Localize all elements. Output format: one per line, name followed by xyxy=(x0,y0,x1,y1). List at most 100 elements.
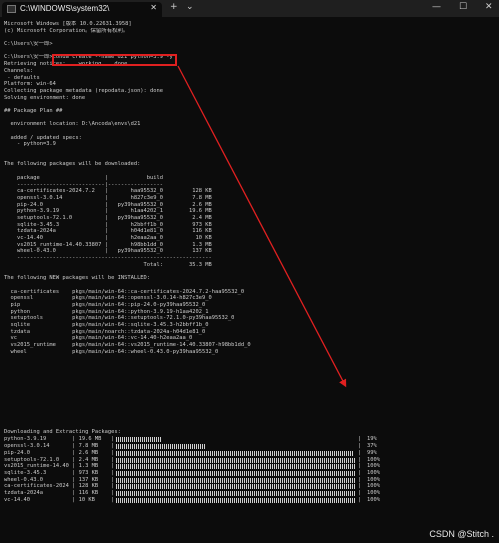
terminal-line: Total: 35.3 MB xyxy=(4,261,212,268)
progress-bar xyxy=(116,450,356,456)
download-row: vc-14.40 | 10 KB | | 100% xyxy=(4,497,496,504)
terminal-line: Downloading and Extracting Packages: xyxy=(4,428,121,435)
download-percent: 100% xyxy=(367,496,380,503)
progress-bar-end: | xyxy=(358,469,362,476)
progress-fill xyxy=(116,450,354,456)
progress-bar xyxy=(116,497,356,503)
terminal-line: sqlite pkgs/main/win-64::sqlite-3.45.3-h… xyxy=(4,321,209,328)
progress-fill xyxy=(116,491,356,496)
download-row: tzdata-2024a | 116 KB | | 100% xyxy=(4,490,496,497)
watermark: CSDN @Stitch . xyxy=(429,529,494,539)
terminal-line: The following packages will be downloade… xyxy=(4,161,141,168)
terminal-line: Microsoft Windows [版本 10.0.22631.3958] xyxy=(4,21,132,27)
terminal-line: - python=3.9 xyxy=(4,141,56,148)
title-bar: C:\WINDOWS\system32\ ✕ + ⌄ — ☐ ✕ xyxy=(0,0,499,17)
download-percent: 19% xyxy=(367,436,377,443)
progress-bar-end: | xyxy=(358,436,362,443)
terminal-line: sqlite-3.45.3 | h2bbff1b_0 973 KB xyxy=(4,221,212,228)
progress-fill xyxy=(116,497,356,503)
terminal-line: (c) Microsoft Corporation。保留所有权利。 xyxy=(4,27,129,34)
terminal-line: C:\Users\安一郎> xyxy=(4,41,53,48)
terminal-line: python-3.9.19 | h1aa4202_1 19.6 MB xyxy=(4,208,212,215)
terminal-line: vc-14.40 | h2eaa2aa_0 10 KB xyxy=(4,235,212,241)
progress-fill xyxy=(116,444,205,450)
terminal-line: tzdata pkgs/main/noarch::tzdata-2024a-h0… xyxy=(4,328,206,335)
terminal-line: package | build xyxy=(4,174,164,181)
download-label: vc-14.40 | 10 KB | xyxy=(4,496,115,503)
download-row: ca-certificates-2024 | 128 KB | | 100% xyxy=(4,483,496,490)
download-label: python-3.9.19 | 19.6 MB | xyxy=(4,436,115,443)
download-percent: 99% xyxy=(367,449,377,456)
tab-close-icon[interactable]: ✕ xyxy=(150,3,157,12)
download-percent: 100% xyxy=(367,463,380,470)
progress-bar-end: | xyxy=(358,496,362,503)
download-row: python-3.9.19 | 19.6 MB | | 19% xyxy=(4,436,496,443)
close-window-button[interactable]: ✕ xyxy=(485,2,493,12)
download-label: setuptools-72.1.0 | 2.4 MB | xyxy=(4,456,115,463)
terminal-line: setuptools-72.1.0 | py39haa95532_0 2.4 M… xyxy=(4,214,212,221)
new-tab-button[interactable]: + xyxy=(170,2,178,12)
terminal-line: - defaults xyxy=(4,74,40,81)
terminal-line: tzdata-2024a | h04d1e81_0 116 KB xyxy=(4,228,212,235)
terminal-line: ## Package Plan ## xyxy=(4,107,63,114)
terminal-line: ca-certificates-2024.7.2 | haa95532_0 12… xyxy=(4,188,212,195)
progress-bar xyxy=(116,491,356,496)
terminal-line: wheel pkgs/main/win-64::wheel-0.43.0-py3… xyxy=(4,348,219,355)
tab-dropdown-button[interactable]: ⌄ xyxy=(186,2,194,12)
terminal-line: openssl pkgs/main/win-64::openssl-3.0.14… xyxy=(4,295,212,302)
progress-bar xyxy=(116,484,356,490)
download-row: setuptools-72.1.0 | 2.4 MB | | 100% xyxy=(4,457,496,464)
progress-bar-end: | xyxy=(358,443,362,450)
progress-fill xyxy=(116,484,356,490)
progress-bar xyxy=(116,437,356,443)
terminal-line: pip pkgs/main/win-64::pip-24.0-py39haa95… xyxy=(4,301,206,308)
download-label: ca-certificates-2024 | 128 KB | xyxy=(4,483,115,490)
terminal-line: environment location: D:\Ancoda\envs\d21 xyxy=(4,121,141,128)
terminal-line: ----------------------------------------… xyxy=(4,255,212,262)
progress-bar-end: | xyxy=(358,463,362,470)
download-percent: 100% xyxy=(367,469,380,476)
download-row: vs2015_runtime-14.40 | 1.3 MB | | 100% xyxy=(4,463,496,470)
progress-fill xyxy=(116,464,356,470)
terminal-line: Collecting package metadata (repodata.js… xyxy=(4,87,164,94)
progress-bar xyxy=(116,457,356,463)
terminal-line: vs2015_runtime pkgs/main/win-64::vs2015_… xyxy=(4,342,251,348)
terminal-tab[interactable]: C:\WINDOWS\system32\ ✕ xyxy=(2,2,162,17)
progress-bar-end: | xyxy=(358,456,362,463)
progress-fill xyxy=(116,470,356,476)
progress-bar xyxy=(116,470,356,476)
minimize-button[interactable]: — xyxy=(432,2,441,12)
progress-bar xyxy=(116,477,356,483)
maximize-button[interactable]: ☐ xyxy=(459,2,467,12)
download-label: wheel-0.43.0 | 137 KB | xyxy=(4,476,115,483)
terminal-line: ---------------------------|------------… xyxy=(4,181,164,188)
progress-bar xyxy=(116,444,356,450)
terminal-line: Solving environment: done xyxy=(4,94,86,101)
terminal-line: Channels: xyxy=(4,67,34,74)
download-label: tzdata-2024a | 116 KB | xyxy=(4,490,115,496)
terminal-line: pip-24.0 | py39haa95532_0 2.6 MB xyxy=(4,201,212,208)
download-row: pip-24.0 | 2.6 MB | | 99% xyxy=(4,450,496,457)
download-row: wheel-0.43.0 | 137 KB | | 100% xyxy=(4,477,496,484)
download-row: openssl-3.0.14 | 7.8 MB | | 37% xyxy=(4,443,496,450)
terminal-line: ca-certificates pkgs/main/win-64::ca-cer… xyxy=(4,288,245,295)
progress-bar-end: | xyxy=(358,476,362,483)
